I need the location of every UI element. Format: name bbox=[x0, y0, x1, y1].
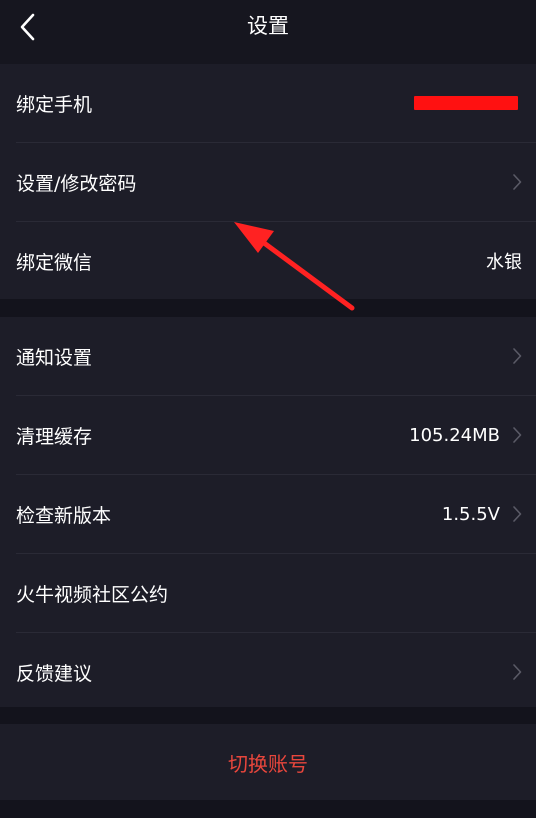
bind-wechat-label: 绑定微信 bbox=[16, 251, 93, 274]
bind-phone-row[interactable]: 绑定手机 bbox=[0, 64, 536, 142]
version-value: 1.5.5V bbox=[441, 503, 500, 525]
switch-account-label: 切换账号 bbox=[228, 751, 308, 776]
chevron-right-icon bbox=[513, 174, 522, 190]
account-settings-group: 绑定手机 设置/修改密码 绑定微信 水银 bbox=[0, 64, 536, 299]
community-guidelines-row[interactable]: 火牛视频社区公约 bbox=[0, 554, 536, 632]
chevron-right-icon bbox=[513, 348, 522, 364]
redacted-phone-number bbox=[414, 96, 518, 110]
check-version-row[interactable]: 检查新版本 1.5.5V bbox=[0, 475, 536, 553]
community-guidelines-label: 火牛视频社区公约 bbox=[16, 583, 169, 606]
cache-size-value: 105.24MB bbox=[409, 424, 500, 446]
notification-settings-row[interactable]: 通知设置 bbox=[0, 317, 536, 395]
wechat-name-value: 水银 bbox=[486, 252, 522, 273]
chevron-right-icon bbox=[513, 427, 522, 443]
feedback-row[interactable]: 反馈建议 bbox=[0, 633, 536, 711]
navigation-bar: 设置 bbox=[0, 0, 536, 64]
chevron-right-icon bbox=[513, 664, 522, 680]
change-password-label: 设置/修改密码 bbox=[16, 172, 137, 195]
general-settings-group: 通知设置 清理缓存 105.24MB 检查新版本 1.5.5V 火牛视频社区公约… bbox=[0, 317, 536, 707]
notification-settings-label: 通知设置 bbox=[16, 346, 93, 369]
check-version-label: 检查新版本 bbox=[16, 504, 112, 527]
settings-page: 设置 绑定手机 设置/修改密码 绑定微信 水银 通知设置 清理缓存 105.24… bbox=[0, 0, 536, 818]
bind-phone-label: 绑定手机 bbox=[16, 93, 93, 116]
chevron-right-icon bbox=[513, 506, 522, 522]
switch-account-button[interactable]: 切换账号 bbox=[0, 724, 536, 800]
clear-cache-row[interactable]: 清理缓存 105.24MB bbox=[0, 396, 536, 474]
bind-wechat-row[interactable]: 绑定微信 水银 bbox=[0, 222, 536, 300]
clear-cache-label: 清理缓存 bbox=[16, 425, 93, 448]
change-password-row[interactable]: 设置/修改密码 bbox=[0, 143, 536, 221]
page-title: 设置 bbox=[247, 14, 289, 38]
feedback-label: 反馈建议 bbox=[16, 662, 93, 685]
